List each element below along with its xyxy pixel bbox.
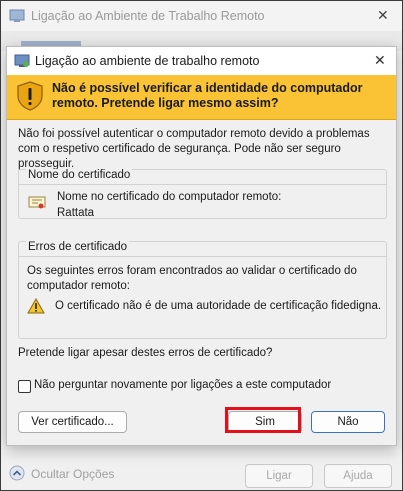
warning-heading: Não é possível verificar a identidade do… xyxy=(52,81,363,110)
chevron-up-icon[interactable] xyxy=(9,465,25,484)
rdp-app-icon xyxy=(9,8,25,27)
dialog-title-bar: Ligação ao ambiente de trabalho remoto ✕ xyxy=(7,47,396,75)
connect-button[interactable]: Ligar xyxy=(245,464,313,488)
errors-group-legend: Erros de certificado xyxy=(26,241,130,253)
certificate-errors-group: Erros de certificado Os seguintes erros … xyxy=(18,241,387,339)
certificate-name-label: Nome no certificado do computador remoto… xyxy=(57,191,282,203)
warning-shield-icon xyxy=(16,81,44,114)
hide-options-label[interactable]: Ocultar Opções xyxy=(31,467,114,481)
dialog-title: Ligação ao ambiente de trabalho remoto xyxy=(35,54,260,68)
outer-title-bar: Ligação ao Ambiente de Trabalho Remoto ✕ xyxy=(1,1,402,31)
highlight-box xyxy=(225,407,301,433)
errors-intro-text: Os seguintes erros foram encontrados ao … xyxy=(27,265,357,292)
certificate-name-value: Rattata xyxy=(57,207,95,219)
dont-ask-checkbox[interactable] xyxy=(18,380,31,393)
certificate-error-item: O certificado não é de uma autoridade de… xyxy=(55,300,382,312)
certificate-warning-dialog: Ligação ao ambiente de trabalho remoto ✕… xyxy=(6,46,397,446)
no-button[interactable]: Não xyxy=(311,411,385,433)
certificate-icon xyxy=(28,196,46,213)
warning-band: Não é possível verificar a identidade do… xyxy=(7,75,396,120)
warning-triangle-icon xyxy=(27,297,45,317)
description-text: Não foi possível autenticar o computador… xyxy=(18,128,370,170)
dont-ask-checkbox-label[interactable]: Não perguntar novamente por ligações a e… xyxy=(34,379,331,391)
close-icon[interactable]: ✕ xyxy=(374,52,386,69)
view-certificate-button[interactable]: Ver certificado... xyxy=(18,411,127,433)
outer-close-icon[interactable]: ✕ xyxy=(377,7,389,24)
outer-footer: Ocultar Opções Ligar Ajuda xyxy=(1,453,402,490)
rdp-app-icon xyxy=(14,53,30,72)
help-button[interactable]: Ajuda xyxy=(324,464,392,488)
certificate-group-legend: Nome do certificado xyxy=(26,169,133,181)
certificate-name-group: Nome do certificado Nome no certificado … xyxy=(18,169,387,219)
outer-window-title: Ligação ao Ambiente de Trabalho Remoto xyxy=(31,9,265,23)
connect-question: Pretende ligar apesar destes erros de ce… xyxy=(18,347,273,359)
